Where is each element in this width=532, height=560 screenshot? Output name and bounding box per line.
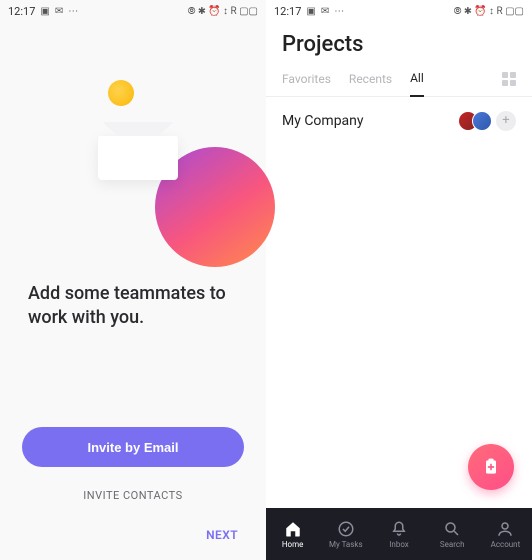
tabbar-search-label: Search	[440, 540, 465, 549]
tabbar-account-label: Account	[491, 540, 521, 549]
status-bar: 12:17 ▣ ✉ ⋯ ⦾ ✱ ⏰ ↕ R ▢▢	[266, 0, 532, 22]
check-circle-icon	[337, 520, 355, 538]
avatar	[472, 111, 492, 131]
onboarding-headline: Add some teammates to work with you.	[0, 282, 266, 331]
status-bar: 12:17 ▣ ✉ ⋯ ⦾ ✱ ⏰ ↕ R ▢▢	[0, 0, 266, 22]
tab-recents[interactable]: Recents	[349, 72, 392, 96]
tabbar-home-label: Home	[282, 540, 304, 549]
status-indicators: ⦾ ✱ ⏰ ↕ R ▢▢	[454, 6, 524, 17]
onboarding-actions: Invite by Email INVITE CONTACTS NEXT	[0, 427, 266, 560]
tabbar-tasks[interactable]: My Tasks	[319, 508, 372, 560]
status-time: 12:17	[8, 5, 35, 18]
next-button[interactable]: NEXT	[22, 528, 244, 542]
onboarding-screen: 12:17 ▣ ✉ ⋯ ⦾ ✱ ⏰ ↕ R ▢▢ Add some teamma…	[0, 0, 266, 560]
project-row[interactable]: My Company +	[266, 97, 532, 145]
status-right: ⦾ ✱ ⏰ ↕ R ▢▢	[188, 6, 258, 17]
mail-icon: ✉	[55, 6, 63, 17]
status-time: 12:17	[274, 5, 301, 18]
invite-contacts-button[interactable]: INVITE CONTACTS	[22, 489, 244, 502]
envelope-icon	[98, 122, 178, 180]
facebook-icon: ▣	[40, 6, 49, 17]
search-icon	[443, 520, 461, 538]
project-tabs: Favorites Recents All	[266, 71, 532, 97]
invite-email-label: Invite by Email	[87, 440, 178, 455]
status-left: 12:17 ▣ ✉ ⋯	[274, 5, 344, 18]
tabbar-home[interactable]: Home	[266, 508, 319, 560]
more-icon: ⋯	[334, 6, 344, 17]
grid-view-icon[interactable]	[502, 72, 516, 96]
bell-icon	[390, 520, 408, 538]
tabbar-search[interactable]: Search	[426, 508, 479, 560]
project-name: My Company	[282, 113, 464, 129]
tabbar-inbox-label: Inbox	[389, 540, 409, 549]
page-title: Projects	[266, 22, 532, 71]
facebook-icon: ▣	[306, 6, 315, 17]
project-members: +	[464, 111, 516, 131]
tabbar-account[interactable]: Account	[479, 508, 532, 560]
more-icon: ⋯	[68, 6, 78, 17]
clipboard-plus-icon	[481, 457, 501, 477]
tabbar-inbox[interactable]: Inbox	[372, 508, 425, 560]
tab-favorites[interactable]: Favorites	[282, 72, 331, 96]
mail-icon: ✉	[321, 6, 329, 17]
home-icon	[284, 520, 302, 538]
tab-all[interactable]: All	[410, 71, 424, 97]
status-left: 12:17 ▣ ✉ ⋯	[8, 5, 78, 18]
sun-dot	[108, 80, 134, 106]
user-icon	[496, 520, 514, 538]
status-right: ⦾ ✱ ⏰ ↕ R ▢▢	[454, 6, 524, 17]
projects-screen: 12:17 ▣ ✉ ⋯ ⦾ ✱ ⏰ ↕ R ▢▢ Projects Favori…	[266, 0, 532, 560]
invite-email-button[interactable]: Invite by Email	[22, 427, 244, 467]
status-indicators: ⦾ ✱ ⏰ ↕ R ▢▢	[188, 6, 258, 17]
bottom-tabbar: Home My Tasks Inbox Search Account	[266, 508, 532, 560]
onboarding-illustration	[0, 52, 266, 252]
add-member-button[interactable]: +	[496, 111, 516, 131]
create-fab[interactable]	[468, 444, 514, 490]
tabbar-tasks-label: My Tasks	[329, 540, 363, 549]
